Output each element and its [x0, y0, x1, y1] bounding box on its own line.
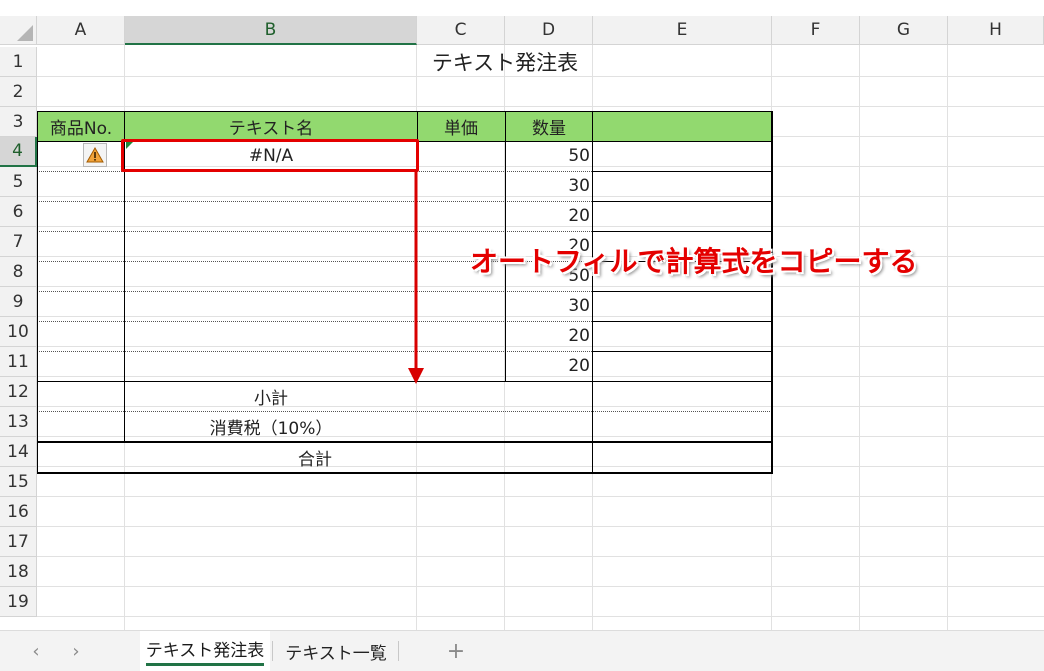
cell-quantity[interactable]: 30 — [505, 171, 593, 201]
cell-quantity[interactable]: 20 — [505, 351, 593, 381]
header-extra[interactable] — [593, 111, 772, 141]
sheet-title[interactable]: テキスト発注表 — [417, 47, 593, 77]
row-header-9[interactable]: 9 — [0, 287, 37, 317]
table-border — [417, 111, 418, 141]
tab-separator — [398, 641, 399, 661]
gridline — [37, 496, 1044, 497]
select-all-corner[interactable] — [0, 16, 37, 45]
chevron-right-icon: › — [72, 640, 80, 662]
table-border — [593, 171, 773, 172]
annotation-text: オートフィルで計算式をコピーする — [470, 245, 918, 278]
table-border — [37, 111, 38, 474]
gridline — [37, 556, 1044, 557]
header-quantity[interactable]: 数量 — [505, 111, 593, 141]
row-header-18[interactable]: 18 — [0, 557, 37, 587]
row-header-5[interactable]: 5 — [0, 167, 37, 197]
row-header-3[interactable]: 3 — [0, 107, 37, 137]
highlight-box — [121, 139, 419, 172]
cell-quantity[interactable]: 50 — [505, 141, 593, 171]
column-header-a[interactable]: A — [37, 16, 125, 45]
table-border — [37, 411, 772, 412]
row-header-13[interactable]: 13 — [0, 407, 37, 437]
plus-icon: + — [446, 638, 466, 664]
table-border — [593, 231, 773, 232]
chevron-left-icon: ‹ — [32, 640, 40, 662]
table-border — [37, 441, 773, 443]
total-label[interactable]: 合計 — [37, 442, 593, 472]
row-header-10[interactable]: 10 — [0, 317, 37, 347]
column-header-g[interactable]: G — [860, 16, 948, 45]
prev-sheet-button[interactable]: ‹ — [24, 639, 48, 663]
table-border — [593, 201, 773, 202]
row-header-1[interactable]: 1 — [0, 47, 37, 77]
tab-label: テキスト発注表 — [145, 636, 265, 666]
column-header-c[interactable]: C — [417, 16, 505, 45]
row-header-15[interactable]: 15 — [0, 467, 37, 497]
row-header-17[interactable]: 17 — [0, 527, 37, 557]
add-sheet-button[interactable]: + — [444, 638, 468, 664]
error-warning-button[interactable] — [83, 143, 107, 167]
gridline — [37, 616, 1044, 617]
row-header-14[interactable]: 14 — [0, 437, 37, 467]
cell-quantity[interactable]: 20 — [505, 321, 593, 351]
tab-text-order-sheet[interactable]: テキスト発注表 — [140, 631, 270, 671]
tab-label: テキスト一覧 — [285, 643, 387, 664]
row-header-19[interactable]: 19 — [0, 587, 37, 617]
row-header-2[interactable]: 2 — [0, 77, 37, 107]
next-sheet-button[interactable]: › — [64, 639, 88, 663]
row-header-8[interactable]: 8 — [0, 257, 37, 287]
sheet-tab-bar: ‹ › テキスト発注表 テキスト一覧 + — [0, 630, 1044, 671]
table-border — [37, 472, 773, 474]
warning-icon — [86, 147, 104, 163]
down-arrow-icon — [408, 170, 424, 384]
subtotal-label[interactable]: 小計 — [125, 381, 417, 411]
cell-quantity[interactable]: 30 — [505, 291, 593, 321]
table-border — [593, 351, 773, 352]
row-header-12[interactable]: 12 — [0, 377, 37, 407]
header-unit-price[interactable]: 単価 — [417, 111, 505, 141]
tab-separator — [272, 641, 273, 661]
row-header-11[interactable]: 11 — [0, 347, 37, 377]
tax-label[interactable]: 消費税（10%） — [125, 411, 417, 441]
row-header-7[interactable]: 7 — [0, 227, 37, 257]
table-border — [37, 111, 773, 112]
select-all-triangle-icon — [17, 25, 33, 41]
gridline — [947, 45, 948, 630]
column-header-h[interactable]: H — [948, 16, 1044, 45]
header-text-name[interactable]: テキスト名 — [125, 111, 417, 141]
gridline — [37, 586, 1044, 587]
gridline — [37, 106, 1044, 107]
table-border — [593, 321, 773, 322]
header-product-no[interactable]: 商品No. — [37, 111, 125, 141]
row-header-16[interactable]: 16 — [0, 497, 37, 527]
table-border — [592, 111, 593, 474]
gridline — [859, 45, 860, 630]
table-border — [593, 291, 773, 292]
tab-text-list[interactable]: テキスト一覧 — [276, 631, 396, 671]
gridline — [37, 526, 1044, 527]
column-header-d[interactable]: D — [505, 16, 593, 45]
spreadsheet-grid[interactable]: ABCDEFGH 1 2 3 4 5 6 7 8 9 10 11 12 13 14 15 16 17 18 19 テ… — [0, 0, 1044, 630]
table-border — [771, 111, 773, 474]
row-header-4[interactable]: 4 — [0, 137, 37, 167]
column-header-b[interactable]: B — [125, 16, 417, 45]
cell-quantity[interactable]: 20 — [505, 201, 593, 231]
column-header-f[interactable]: F — [772, 16, 860, 45]
row-header-6[interactable]: 6 — [0, 197, 37, 227]
column-header-e[interactable]: E — [593, 16, 772, 45]
